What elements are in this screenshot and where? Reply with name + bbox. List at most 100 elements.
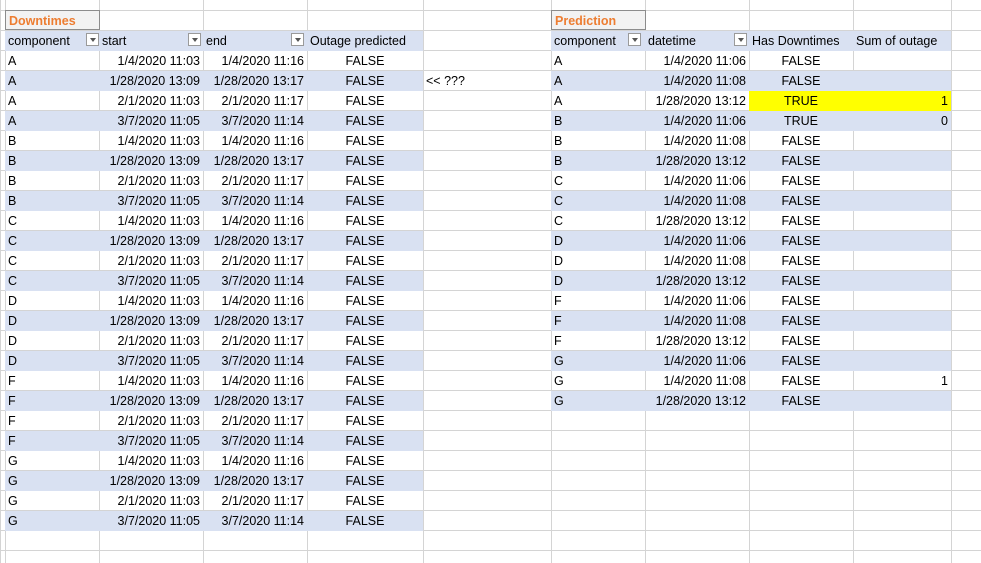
prediction-cell[interactable]: F (551, 311, 645, 331)
downtimes-cell[interactable]: 1/4/2020 11:03 (99, 371, 203, 391)
downtimes-cell[interactable]: 1/28/2020 13:09 (99, 391, 203, 411)
prediction-cell[interactable]: G (551, 391, 645, 411)
downtimes-cell[interactable]: C (5, 231, 99, 251)
prediction-cell[interactable]: FALSE (749, 231, 853, 251)
prediction-cell[interactable]: 1/4/2020 11:08 (645, 191, 749, 211)
downtimes-cell[interactable]: F (5, 431, 99, 451)
downtimes-cell[interactable]: 1/28/2020 13:09 (99, 151, 203, 171)
downtimes-cell[interactable]: 3/7/2020 11:05 (99, 111, 203, 131)
prediction-cell[interactable] (853, 231, 951, 251)
downtimes-cell[interactable]: FALSE (307, 51, 423, 71)
prediction-cell[interactable]: FALSE (749, 71, 853, 91)
prediction-cell[interactable]: D (551, 271, 645, 291)
downtimes-cell[interactable]: F (5, 371, 99, 391)
prediction-cell[interactable]: D (551, 251, 645, 271)
prediction-cell[interactable]: C (551, 171, 645, 191)
prediction-cell[interactable]: G (551, 351, 645, 371)
downtimes-cell[interactable]: 1/4/2020 11:16 (203, 291, 307, 311)
prediction-cell[interactable]: FALSE (749, 211, 853, 231)
downtimes-cell[interactable]: G (5, 471, 99, 491)
downtimes-cell[interactable]: 1/28/2020 13:09 (99, 471, 203, 491)
downtimes-cell[interactable]: 1/4/2020 11:16 (203, 211, 307, 231)
prediction-cell[interactable]: 1/28/2020 13:12 (645, 91, 749, 111)
prediction-cell[interactable]: FALSE (749, 391, 853, 411)
downtimes-cell[interactable]: FALSE (307, 431, 423, 451)
downtimes-cell[interactable]: 2/1/2020 11:03 (99, 411, 203, 431)
prediction-cell[interactable] (853, 51, 951, 71)
downtimes-cell[interactable]: 1/28/2020 13:09 (99, 311, 203, 331)
prediction-cell[interactable]: TRUE (749, 111, 853, 131)
prediction-cell[interactable]: 1/4/2020 11:08 (645, 131, 749, 151)
downtimes-cell[interactable]: D (5, 291, 99, 311)
downtimes-cell[interactable]: A (5, 91, 99, 111)
prediction-cell[interactable]: FALSE (749, 251, 853, 271)
downtimes-cell[interactable]: FALSE (307, 91, 423, 111)
end-filter-button[interactable] (291, 33, 304, 46)
prediction-cell[interactable] (853, 191, 951, 211)
prediction-cell[interactable] (853, 271, 951, 291)
prediction-cell[interactable] (853, 151, 951, 171)
downtimes-cell[interactable]: B (5, 191, 99, 211)
prediction-cell[interactable]: 1/4/2020 11:06 (645, 171, 749, 191)
prediction-cell[interactable] (853, 311, 951, 331)
downtimes-cell[interactable]: G (5, 491, 99, 511)
downtimes-cell[interactable]: 1/28/2020 13:17 (203, 311, 307, 331)
downtimes-cell[interactable]: FALSE (307, 511, 423, 531)
downtimes-cell[interactable]: 1/28/2020 13:09 (99, 71, 203, 91)
downtimes-cell[interactable]: 1/4/2020 11:03 (99, 291, 203, 311)
prediction-cell[interactable]: 1/4/2020 11:06 (645, 231, 749, 251)
downtimes-cell[interactable]: FALSE (307, 151, 423, 171)
downtimes-cell[interactable]: FALSE (307, 71, 423, 91)
downtimes-cell[interactable]: FALSE (307, 231, 423, 251)
downtimes-cell[interactable]: B (5, 171, 99, 191)
downtimes-cell[interactable]: FALSE (307, 291, 423, 311)
downtimes-cell[interactable]: 2/1/2020 11:17 (203, 171, 307, 191)
downtimes-cell[interactable]: 1/4/2020 11:03 (99, 131, 203, 151)
downtimes-cell[interactable]: FALSE (307, 371, 423, 391)
prediction-cell[interactable]: 1 (853, 371, 951, 391)
downtimes-cell[interactable]: 1/4/2020 11:03 (99, 451, 203, 471)
prediction-cell[interactable]: B (551, 151, 645, 171)
prediction-cell[interactable]: FALSE (749, 191, 853, 211)
prediction-cell[interactable]: F (551, 331, 645, 351)
downtimes-cell[interactable]: FALSE (307, 131, 423, 151)
downtimes-cell[interactable]: 3/7/2020 11:05 (99, 351, 203, 371)
prediction-cell[interactable]: 1/28/2020 13:12 (645, 151, 749, 171)
start-filter-button[interactable] (188, 33, 201, 46)
downtimes-cell[interactable]: 2/1/2020 11:03 (99, 491, 203, 511)
downtimes-cell[interactable]: B (5, 151, 99, 171)
downtimes-cell[interactable]: 2/1/2020 11:17 (203, 411, 307, 431)
downtimes-cell[interactable]: FALSE (307, 111, 423, 131)
prediction-cell[interactable] (853, 331, 951, 351)
prediction-cell[interactable]: FALSE (749, 351, 853, 371)
prediction-cell[interactable] (853, 251, 951, 271)
downtimes-cell[interactable]: F (5, 391, 99, 411)
prediction-cell[interactable]: FALSE (749, 131, 853, 151)
prediction-cell[interactable]: 1/4/2020 11:06 (645, 111, 749, 131)
prediction-cell[interactable]: FALSE (749, 331, 853, 351)
prediction-header-3[interactable]: Sum of outage (853, 31, 951, 51)
downtimes-cell[interactable]: G (5, 451, 99, 471)
prediction-component-filter-button[interactable] (628, 33, 641, 46)
prediction-cell[interactable]: 1/4/2020 11:08 (645, 371, 749, 391)
downtimes-cell[interactable]: 1/4/2020 11:16 (203, 451, 307, 471)
downtimes-cell[interactable]: 1/4/2020 11:03 (99, 211, 203, 231)
downtimes-cell[interactable]: A (5, 111, 99, 131)
prediction-cell[interactable]: A (551, 51, 645, 71)
downtimes-cell[interactable]: 1/4/2020 11:16 (203, 51, 307, 71)
prediction-cell[interactable]: FALSE (749, 271, 853, 291)
downtimes-cell[interactable]: 2/1/2020 11:03 (99, 91, 203, 111)
downtimes-cell[interactable]: G (5, 511, 99, 531)
datetime-filter-button[interactable] (734, 33, 747, 46)
downtimes-cell[interactable]: 1/28/2020 13:17 (203, 231, 307, 251)
downtimes-cell[interactable]: 3/7/2020 11:14 (203, 351, 307, 371)
prediction-cell[interactable] (853, 291, 951, 311)
downtimes-cell[interactable]: 1/28/2020 13:17 (203, 391, 307, 411)
downtimes-cell[interactable]: FALSE (307, 251, 423, 271)
downtimes-cell[interactable]: A (5, 71, 99, 91)
downtimes-cell[interactable]: 3/7/2020 11:14 (203, 191, 307, 211)
downtimes-cell[interactable]: F (5, 411, 99, 431)
prediction-cell[interactable] (853, 71, 951, 91)
prediction-cell[interactable]: A (551, 71, 645, 91)
downtimes-cell[interactable]: 3/7/2020 11:05 (99, 191, 203, 211)
